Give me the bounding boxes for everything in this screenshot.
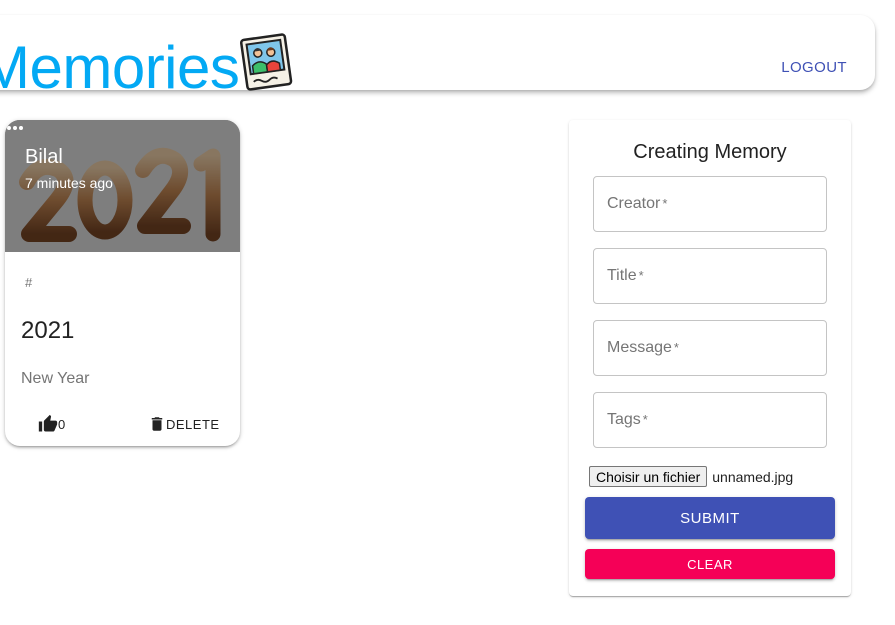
like-button[interactable]: 0 [38, 412, 65, 436]
post-image: Bilal 7 minutes ago [5, 120, 240, 252]
post-card: Bilal 7 minutes ago # 2021 New Year 0 DE… [5, 120, 240, 446]
message-field[interactable]: Message * [593, 320, 827, 376]
delete-label: DELETE [166, 416, 220, 432]
tags-field-label: Tags * [607, 411, 648, 428]
post-creator: Bilal [25, 146, 63, 168]
creator-field-label: Creator * [607, 195, 668, 212]
file-input: Choisir un fichier unnamed.jpg [589, 466, 793, 487]
delete-button[interactable]: DELETE [148, 412, 220, 436]
app-title[interactable]: Memories [0, 33, 240, 103]
app-bar: Memories LOGOUT [0, 15, 875, 101]
trash-icon [151, 417, 163, 431]
more-horizontal-icon[interactable] [5, 120, 25, 136]
title-field[interactable]: Title * [593, 248, 827, 304]
creator-field[interactable]: Creator * [593, 176, 827, 232]
choose-file-button[interactable]: Choisir un fichier [589, 466, 708, 487]
memory-form: Creating Memory Creator * Title * Message *… [569, 120, 851, 596]
post-tags: # [25, 275, 33, 290]
logout-button[interactable]: LOGOUT [781, 59, 847, 76]
tags-field[interactable]: Tags * [593, 392, 827, 448]
title-field-label: Title * [607, 267, 644, 284]
post-message: New Year [21, 370, 90, 387]
clear-button[interactable]: CLEAR [585, 549, 835, 579]
message-field-label: Message * [607, 339, 679, 356]
form-heading: Creating Memory [633, 141, 787, 163]
post-timestamp: 7 minutes ago [25, 175, 113, 191]
like-count: 0 [58, 416, 66, 432]
memories-photo-icon [240, 33, 293, 91]
selected-file-name: unnamed.jpg [712, 468, 794, 485]
post-title: 2021 [21, 317, 75, 344]
thumb-up-icon [38, 414, 58, 432]
submit-button[interactable]: SUBMIT [585, 497, 835, 539]
